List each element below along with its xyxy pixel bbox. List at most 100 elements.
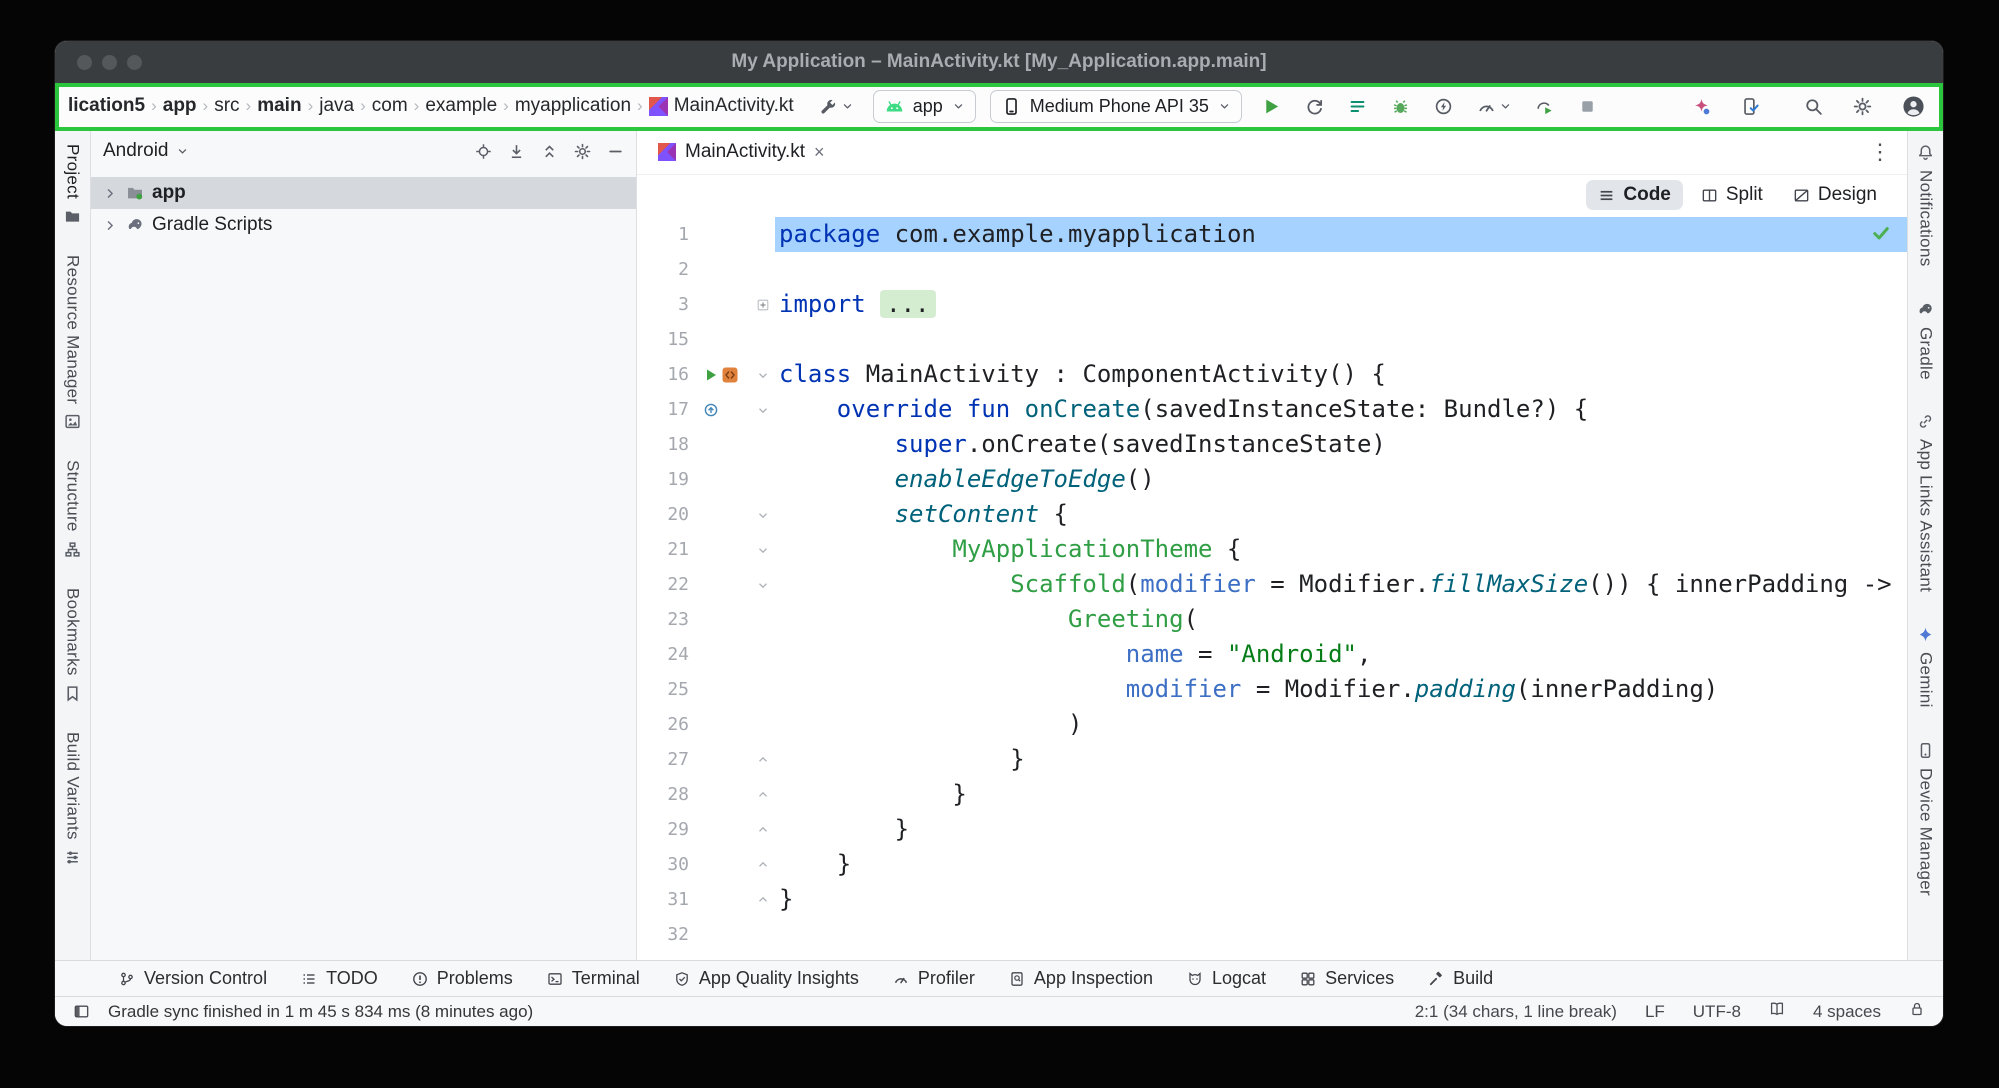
apply-changes-button[interactable] xyxy=(1299,92,1330,121)
more-vertical-icon[interactable]: ⋮ xyxy=(1869,139,1899,165)
chevron-right-icon[interactable] xyxy=(103,219,118,232)
minimize-window-button[interactable] xyxy=(102,55,117,70)
tool-window-button-profiler[interactable]: Profiler xyxy=(893,968,975,989)
status-widget[interactable]: LF xyxy=(1645,1002,1665,1022)
tool-window-button-services[interactable]: Services xyxy=(1300,968,1394,989)
editor-tab-mainactivity[interactable]: MainActivity.kt × xyxy=(645,130,838,174)
breadcrumb-item-java[interactable]: java xyxy=(318,95,355,117)
status-widget[interactable]: 4 spaces xyxy=(1813,1002,1881,1022)
code-text[interactable]: } xyxy=(775,742,1907,777)
fold-open-icon[interactable] xyxy=(756,543,770,557)
search-everywhere-button[interactable] xyxy=(1798,92,1829,121)
code-editor[interactable]: 1package com.example.myapplication23impo… xyxy=(637,215,1907,960)
code-text[interactable]: ) xyxy=(775,707,1907,742)
status-widget[interactable]: 2:1 (34 chars, 1 line break) xyxy=(1415,1002,1617,1022)
gear-button[interactable] xyxy=(574,143,591,160)
scroll-down-button[interactable] xyxy=(508,143,525,160)
fold-open-icon[interactable] xyxy=(756,578,770,592)
code-text[interactable]: setContent { xyxy=(775,497,1907,532)
code-text[interactable]: MyApplicationTheme { xyxy=(775,532,1907,567)
breadcrumb-item-src[interactable]: src xyxy=(213,95,240,117)
code-text[interactable]: super.onCreate(savedInstanceState) xyxy=(775,427,1907,462)
code-text[interactable]: override fun onCreate(savedInstanceState… xyxy=(775,392,1907,427)
title-bar[interactable]: My Application – MainActivity.kt [My_App… xyxy=(55,41,1943,83)
breadcrumb-item-lication5[interactable]: lication5 xyxy=(67,95,146,117)
code-text[interactable]: } xyxy=(775,777,1907,812)
code-text[interactable]: name = "Android", xyxy=(775,637,1907,672)
view-mode-split[interactable]: Split xyxy=(1689,180,1775,210)
fold-close-icon[interactable] xyxy=(756,823,770,837)
code-text[interactable] xyxy=(775,322,1907,357)
project-view-selector[interactable]: Android xyxy=(103,140,169,162)
tool-window-button-version-control[interactable]: Version Control xyxy=(119,968,267,989)
tree-node-gradle-scripts[interactable]: Gradle Scripts xyxy=(91,209,636,241)
code-text[interactable]: import ... xyxy=(775,287,1907,322)
tool-strip-item-app-links-assistant[interactable]: App Links Assistant xyxy=(1916,413,1936,592)
collapse-all-button[interactable] xyxy=(541,143,558,160)
breadcrumb-item-example[interactable]: example xyxy=(424,95,498,117)
tool-strip-item-gradle[interactable]: Gradle xyxy=(1916,301,1936,380)
code-text[interactable]: } xyxy=(775,882,1907,917)
fold-close-icon[interactable] xyxy=(756,753,770,767)
code-text[interactable]: class MainActivity : ComponentActivity()… xyxy=(775,357,1907,392)
tool-strip-item-build-variants[interactable]: Build Variants xyxy=(63,732,83,866)
view-mode-design[interactable]: Design xyxy=(1781,180,1889,210)
debug-button[interactable] xyxy=(1385,92,1416,121)
profile-run-button[interactable] xyxy=(1529,92,1560,121)
zoom-window-button[interactable] xyxy=(127,55,142,70)
run-marker-icon[interactable] xyxy=(703,367,719,383)
tool-window-button-terminal[interactable]: Terminal xyxy=(547,968,640,989)
fold-open-icon[interactable] xyxy=(756,508,770,522)
build-menu-button[interactable] xyxy=(1342,92,1373,121)
hide-button[interactable] xyxy=(607,143,624,160)
code-text[interactable]: Scaffold(modifier = Modifier.fillMaxSize… xyxy=(775,567,1907,602)
code-text[interactable] xyxy=(775,917,1907,952)
tool-window-button-app-inspection[interactable]: App Inspection xyxy=(1009,968,1153,989)
tool-strip-item-resource-manager[interactable]: Resource Manager xyxy=(63,255,83,430)
fold-close-icon[interactable] xyxy=(756,788,770,802)
code-text[interactable]: package com.example.myapplication xyxy=(775,217,1907,252)
account-button[interactable] xyxy=(1896,90,1931,123)
tool-strip-item-project[interactable]: Project xyxy=(63,144,83,225)
tool-strip-item-gemini[interactable]: Gemini xyxy=(1916,626,1936,708)
build-tool-button[interactable] xyxy=(813,92,859,121)
running-devices-button[interactable] xyxy=(1735,92,1766,121)
breadcrumb-item-app[interactable]: app xyxy=(162,95,198,117)
close-window-button[interactable] xyxy=(77,55,92,70)
fold-open-icon[interactable] xyxy=(756,403,770,417)
fold-open-icon[interactable] xyxy=(756,368,770,382)
tool-window-button-build[interactable]: Build xyxy=(1428,968,1493,989)
code-text[interactable]: modifier = Modifier.padding(innerPadding… xyxy=(775,672,1907,707)
tool-strip-item-structure[interactable]: Structure xyxy=(63,460,83,558)
tool-strip-item-notifications[interactable]: Notifications xyxy=(1916,144,1936,267)
profiler-button[interactable] xyxy=(1471,92,1517,121)
settings-button[interactable] xyxy=(1847,92,1878,121)
override-marker-icon[interactable] xyxy=(703,402,719,418)
compose-preview-icon[interactable] xyxy=(722,367,738,383)
close-tab-icon[interactable]: × xyxy=(814,142,825,163)
inspection-check-icon[interactable] xyxy=(1871,223,1891,243)
code-text[interactable]: enableEdgeToEdge() xyxy=(775,462,1907,497)
layout-icon[interactable] xyxy=(73,1003,90,1020)
tool-window-button-todo[interactable]: TODO xyxy=(301,968,378,989)
code-text[interactable]: Greeting( xyxy=(775,602,1907,637)
stop-button[interactable] xyxy=(1572,92,1603,121)
tool-window-button-problems[interactable]: Problems xyxy=(412,968,513,989)
apply-code-changes-button[interactable] xyxy=(1428,92,1459,121)
fold-folded-icon[interactable] xyxy=(756,298,770,312)
status-widget-book[interactable] xyxy=(1769,1001,1785,1022)
code-text[interactable]: } xyxy=(775,847,1907,882)
code-text[interactable] xyxy=(775,252,1907,287)
locate-button[interactable] xyxy=(475,143,492,160)
breadcrumb-item-main[interactable]: main xyxy=(256,95,302,117)
code-text[interactable]: } xyxy=(775,812,1907,847)
breadcrumb-item-mainactivity-kt[interactable]: MainActivity.kt xyxy=(648,95,795,117)
tool-window-button-logcat[interactable]: Logcat xyxy=(1187,968,1266,989)
status-widget-lock[interactable] xyxy=(1909,1001,1925,1022)
gemini-button[interactable] xyxy=(1686,92,1717,121)
device-selector[interactable]: Medium Phone API 35 xyxy=(990,90,1242,123)
chevron-right-icon[interactable] xyxy=(103,187,118,200)
status-widget[interactable]: UTF-8 xyxy=(1693,1002,1741,1022)
tree-node-app[interactable]: app xyxy=(91,177,636,209)
tool-strip-item-bookmarks[interactable]: Bookmarks xyxy=(63,588,83,702)
